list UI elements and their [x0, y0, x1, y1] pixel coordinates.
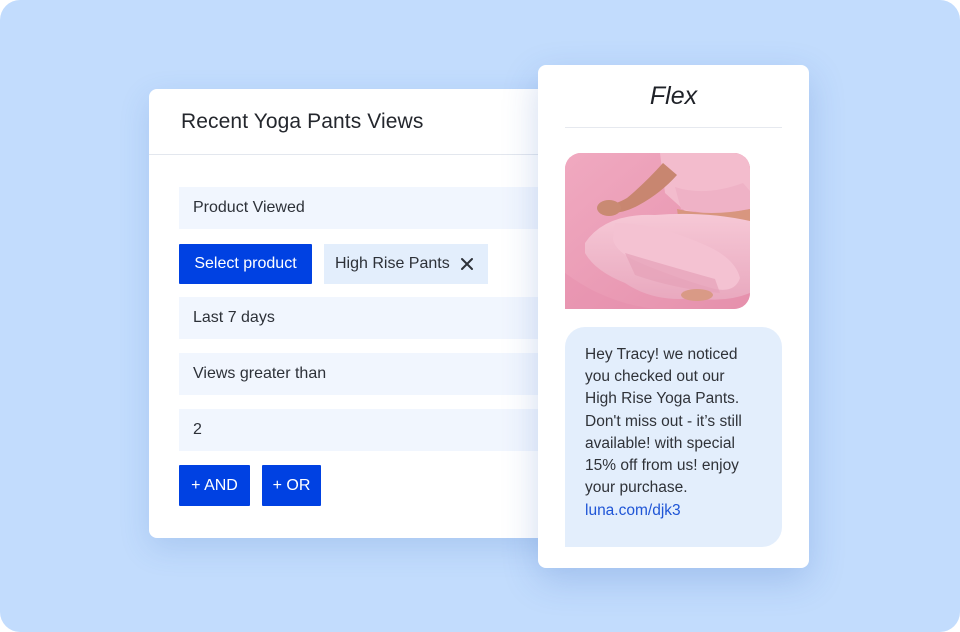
- add-or-condition-button[interactable]: + OR: [262, 465, 321, 506]
- close-icon[interactable]: [460, 257, 474, 271]
- brand-name: Flex: [565, 65, 782, 128]
- selected-product-chip[interactable]: High Rise Pants: [324, 244, 488, 284]
- yoga-pose-image: [565, 153, 750, 309]
- sms-message-bubble: Hey Tracy! we noticed you checked out ou…: [565, 327, 782, 547]
- background-canvas: Recent Yoga Pants Views Product Viewed S…: [0, 0, 960, 632]
- condition-event-field[interactable]: Product Viewed: [179, 187, 549, 229]
- add-and-condition-button[interactable]: + AND: [179, 465, 250, 506]
- sms-message-text: Hey Tracy! we noticed you checked out ou…: [585, 346, 742, 497]
- select-product-button[interactable]: Select product: [179, 244, 312, 284]
- chip-label: High Rise Pants: [335, 255, 450, 272]
- segment-builder-card: Recent Yoga Pants Views Product Viewed S…: [149, 89, 569, 538]
- segment-title: Recent Yoga Pants Views: [181, 109, 424, 133]
- segment-header: Recent Yoga Pants Views: [149, 89, 569, 155]
- sms-link[interactable]: luna.com/djk3: [585, 500, 762, 522]
- threshold-value-field[interactable]: 2: [179, 409, 549, 451]
- time-range-field[interactable]: Last 7 days: [179, 297, 549, 339]
- operator-field[interactable]: Views greater than: [179, 353, 549, 395]
- sms-preview-card: Flex Hey Tracy! we noticed you checked o…: [538, 65, 809, 568]
